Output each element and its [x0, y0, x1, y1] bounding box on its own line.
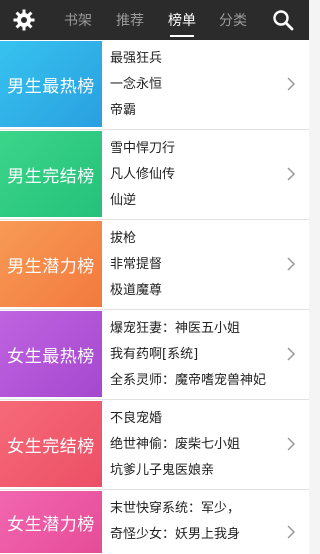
- book-title[interactable]: 凡人修仙传: [110, 162, 282, 188]
- ranking-banner[interactable]: 女生潜力榜: [0, 491, 102, 553]
- active-tab-indicator: [170, 35, 194, 37]
- book-title[interactable]: 奇怪少女：妖男上我身: [110, 522, 282, 548]
- book-title[interactable]: 爆宠狂妻：神医五小姐: [110, 316, 282, 342]
- ranking-banner[interactable]: 男生完结榜: [0, 131, 102, 217]
- book-title[interactable]: 帝霸: [110, 98, 282, 124]
- tab-bookshelf[interactable]: 书架: [60, 10, 96, 32]
- gear-icon[interactable]: [12, 8, 36, 32]
- book-title[interactable]: 雪中悍刀行: [110, 136, 282, 162]
- ranking-row-female-hot[interactable]: 女生最热榜 爆宠狂妻：神医五小姐 我有药啊[系统] 全系灵师：魔帝嗜宠兽神妃: [0, 310, 309, 400]
- book-title[interactable]: 末世快穿系统：军少，: [110, 496, 282, 522]
- ranking-book-list: 爆宠狂妻：神医五小姐 我有药啊[系统] 全系灵师：魔帝嗜宠兽神妃: [110, 316, 282, 394]
- ranking-book-list: 雪中悍刀行 凡人修仙传 仙逆: [110, 136, 282, 214]
- rankings-list: 男生最热榜 最强狂兵 一念永恒 帝霸 男生完结榜 雪中悍刀行 凡人修仙传 仙逆 …: [0, 40, 309, 554]
- chevron-right-icon[interactable]: [286, 436, 296, 452]
- book-title[interactable]: 一念永恒: [110, 72, 282, 98]
- book-title[interactable]: 坑爹儿子鬼医娘亲: [110, 458, 282, 484]
- book-title[interactable]: 仙逆: [110, 188, 282, 214]
- book-title[interactable]: 最强狂兵: [110, 46, 282, 72]
- chevron-right-icon[interactable]: [286, 524, 296, 540]
- ranking-banner[interactable]: 男生潜力榜: [0, 221, 102, 307]
- tab-categories[interactable]: 分类: [215, 10, 251, 32]
- book-title[interactable]: 绝世神偷：废柴七小姐: [110, 432, 282, 458]
- tab-rankings[interactable]: 榜单: [164, 10, 200, 32]
- ranking-banner[interactable]: 女生最热榜: [0, 311, 102, 397]
- ranking-row-male-potential[interactable]: 男生潜力榜 拔枪 非常提督 极道魔尊: [0, 220, 309, 310]
- book-title[interactable]: 不良宠婚: [110, 406, 282, 432]
- book-title[interactable]: 拔枪: [110, 226, 282, 252]
- search-icon[interactable]: [272, 9, 294, 31]
- ranking-row-male-hot[interactable]: 男生最热榜 最强狂兵 一念永恒 帝霸: [0, 40, 309, 130]
- book-title[interactable]: 极道魔尊: [110, 278, 282, 304]
- chevron-right-icon[interactable]: [286, 256, 296, 272]
- ranking-row-female-complete[interactable]: 女生完结榜 不良宠婚 绝世神偷：废柴七小姐 坑爹儿子鬼医娘亲: [0, 400, 309, 490]
- tab-recommend[interactable]: 推荐: [112, 10, 148, 32]
- ranking-row-male-complete[interactable]: 男生完结榜 雪中悍刀行 凡人修仙传 仙逆: [0, 130, 309, 220]
- book-title[interactable]: 非常提督: [110, 252, 282, 278]
- ranking-banner[interactable]: 男生最热榜: [0, 41, 102, 127]
- chevron-right-icon[interactable]: [286, 346, 296, 362]
- chevron-right-icon[interactable]: [286, 76, 296, 92]
- ranking-book-list: 拔枪 非常提督 极道魔尊: [110, 226, 282, 304]
- chevron-right-icon[interactable]: [286, 166, 296, 182]
- ranking-row-female-potential[interactable]: 女生潜力榜 末世快穿系统：军少， 奇怪少女：妖男上我身: [0, 490, 309, 554]
- book-title[interactable]: 全系灵师：魔帝嗜宠兽神妃: [110, 368, 282, 394]
- ranking-banner[interactable]: 女生完结榜: [0, 401, 102, 487]
- ranking-book-list: 最强狂兵 一念永恒 帝霸: [110, 46, 282, 124]
- top-navigation-bar: 书架 推荐 榜单 分类: [0, 0, 309, 40]
- ranking-book-list: 不良宠婚 绝世神偷：废柴七小姐 坑爹儿子鬼医娘亲: [110, 406, 282, 484]
- ranking-book-list: 末世快穿系统：军少， 奇怪少女：妖男上我身: [110, 496, 282, 548]
- book-title[interactable]: 我有药啊[系统]: [110, 342, 282, 368]
